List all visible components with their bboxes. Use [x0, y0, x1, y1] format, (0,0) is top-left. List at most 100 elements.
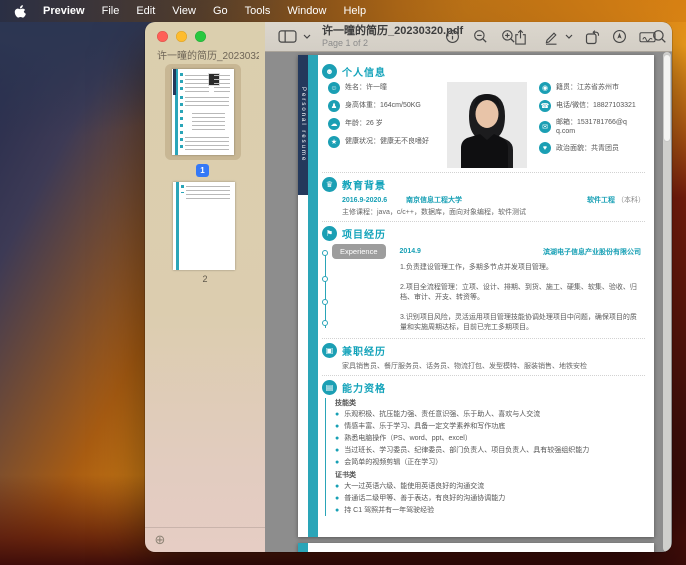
cert-item: ●普通话二级甲等、善于表达，有良好的沟通协调能力: [335, 494, 645, 503]
page-number-badge: 1: [196, 164, 209, 177]
bullet-icon: ●: [335, 422, 339, 431]
thumb-navy-tab: [173, 69, 176, 95]
resume-teal-strip: [298, 543, 308, 552]
experience-badge: Experience: [332, 244, 386, 259]
education-degree: （本科）: [617, 197, 645, 204]
portrait-photo: [447, 82, 527, 168]
bullet-icon: ●: [335, 482, 339, 491]
section-title: 兼职经历: [342, 343, 386, 358]
thumbnail-sidebar: 许一曈的简历_20230320.... 1: [145, 22, 265, 552]
bullet-icon: ●: [335, 506, 339, 515]
info-text: 身高体重：164cm/50KG: [345, 101, 421, 110]
desktop: Preview File Edit View Go Tools Window H…: [0, 0, 686, 565]
info-text: 姓名：许一曈: [345, 83, 387, 92]
thumb-text-lines: [186, 186, 230, 202]
thumb-text-lines: [185, 137, 229, 151]
menu-item-help[interactable]: Help: [343, 5, 366, 17]
section-parttime: ▣ 兼职经历: [322, 343, 645, 358]
project-item: 1.负责建设管理工作，多期多节点并发项目管理。: [400, 263, 637, 274]
page-2-label: 2: [145, 274, 265, 284]
thumb-text-lines: [192, 113, 225, 133]
info-row-health: ★ 健康状况：健康无不良嗜好: [328, 136, 447, 148]
menu-item-view[interactable]: View: [172, 5, 196, 17]
thumb-text-lines: [185, 97, 229, 109]
project-date: 2014.9: [400, 248, 421, 255]
certificate-grid-icon: ▤: [322, 380, 337, 395]
skill-item: ●乐观积极、抗压能力强、责任意识强、乐于助人、喜欢与人交流: [335, 410, 645, 419]
phone-icon: ☎: [539, 100, 551, 112]
info-row-native-place: ◉ 籍贯：江苏省苏州市: [539, 82, 645, 94]
zoom-button[interactable]: [195, 31, 206, 42]
skill-item: ●当过班长、学习委员、纪律委员、部门负责人、项目负责人、具有较强组织能力: [335, 446, 645, 455]
section-divider: [322, 338, 645, 339]
search-icon[interactable]: [649, 26, 670, 48]
star-icon: ★: [328, 136, 340, 148]
close-button[interactable]: [157, 31, 168, 42]
menu-item-file[interactable]: File: [102, 5, 120, 17]
sidebar-toggle-button[interactable]: [275, 26, 300, 48]
heart-icon: ♥: [539, 142, 551, 154]
info-row-age: ☁ 年龄：26 岁: [328, 118, 447, 130]
graduation-cap-icon: ♛: [322, 177, 337, 192]
timeline-dot: [322, 299, 328, 305]
info-text: 健康状况：健康无不良嗜好: [345, 137, 429, 146]
page-thumbnail-2[interactable]: [173, 182, 235, 270]
project-company: 滨湖电子信息产业股份有限公司: [543, 247, 641, 257]
section-title: 教育背景: [342, 177, 386, 192]
info-row-name: ☺ 姓名：许一曈: [328, 82, 447, 94]
cert-item: ●大一过英语六级、能使用英语良好的沟通交流: [335, 482, 645, 491]
info-text: 年龄：26 岁: [345, 119, 383, 128]
markup-chevron-icon[interactable]: [562, 26, 576, 48]
menu-item-go[interactable]: Go: [213, 5, 228, 17]
scrollbar-thumb[interactable]: [663, 54, 671, 142]
page-thumbnail-1[interactable]: [172, 69, 234, 155]
project-item: 2.项目全流程管理：立项、设计、排期、到货、施工、硬集、软集、验收、归档、审计、…: [400, 283, 637, 304]
info-row-politics: ♥ 政治面貌：共青团员: [539, 142, 645, 154]
mail-icon: ✉: [539, 121, 551, 133]
apple-menu-icon[interactable]: [14, 4, 26, 19]
timeline-line: [325, 252, 326, 328]
menu-bar: Preview File Edit View Go Tools Window H…: [0, 0, 686, 22]
section-title: 个人信息: [342, 64, 386, 79]
info-row-height-weight: ♟ 身高体重：164cm/50KG: [328, 100, 447, 112]
info-row-email: ✉ 邮箱：1531781766@qq.com: [539, 118, 645, 136]
bullet-icon: ●: [335, 434, 339, 443]
section-projects: ⚑ 项目经历: [322, 226, 645, 241]
markup-pen-icon[interactable]: [540, 26, 562, 48]
thumbnail-selection: [165, 64, 241, 160]
cert-item: ●持 C1 驾照并有一年驾驶经验: [335, 506, 645, 515]
skills-subtitle: 技能类: [335, 398, 645, 408]
bullet-icon: ●: [335, 494, 339, 503]
menu-item-edit[interactable]: Edit: [136, 5, 155, 17]
sidebar-chevron-icon[interactable]: [300, 26, 314, 48]
info-text: 电话/微信：18827103321: [556, 101, 636, 110]
education-school: 南京信息工程大学: [406, 195, 462, 205]
window-controls: [157, 31, 206, 42]
menu-item-window[interactable]: Window: [287, 5, 326, 17]
pdf-page-2: [298, 543, 654, 552]
person-icon: ☻: [322, 64, 337, 79]
share-icon[interactable]: [510, 26, 531, 48]
sidebar-zoom-icon[interactable]: ⊕: [153, 533, 167, 547]
education-period: 2016.9-2020.6: [342, 197, 406, 204]
location-pin-icon: ◉: [539, 82, 551, 94]
minimize-button[interactable]: [176, 31, 187, 42]
preview-window: 许一曈的简历_20230320.... 1: [145, 22, 672, 552]
info-icon[interactable]: [442, 26, 463, 48]
resume-side-tab: Personal resume: [298, 55, 308, 195]
pdf-content-area: Personal resume ☻ 个人信息 ☺ 姓名：许一曈: [265, 52, 672, 552]
project-item: 3.识别项目风险，灵活运用项目管理技能协调处理项目中问题，确保项目的质量和实施周…: [400, 313, 637, 334]
skill-item: ●情感丰富、乐于学习、具备一定文学素养和写作功底: [335, 422, 645, 431]
annotate-pen-tip-icon[interactable]: [609, 26, 630, 48]
pdf-page-1: Personal resume ☻ 个人信息 ☺ 姓名：许一曈: [298, 55, 654, 537]
info-text: 政治面貌：共青团员: [556, 144, 619, 153]
bullet-icon: ●: [335, 446, 339, 455]
zoom-out-icon[interactable]: [470, 26, 491, 48]
menu-app-name[interactable]: Preview: [43, 5, 85, 17]
parttime-text: 家具销售员、餐厅服务员、话务员、物流打包、发型模特、服装销售、地铁安检: [322, 361, 645, 371]
certs-subtitle: 证书类: [335, 470, 645, 480]
menu-item-tools[interactable]: Tools: [245, 5, 271, 17]
bullet-icon: ●: [335, 410, 339, 419]
rotate-icon[interactable]: [581, 26, 603, 48]
toolbar: 许一曈的简历_20230320.pdf Page 1 of 2: [265, 22, 672, 52]
